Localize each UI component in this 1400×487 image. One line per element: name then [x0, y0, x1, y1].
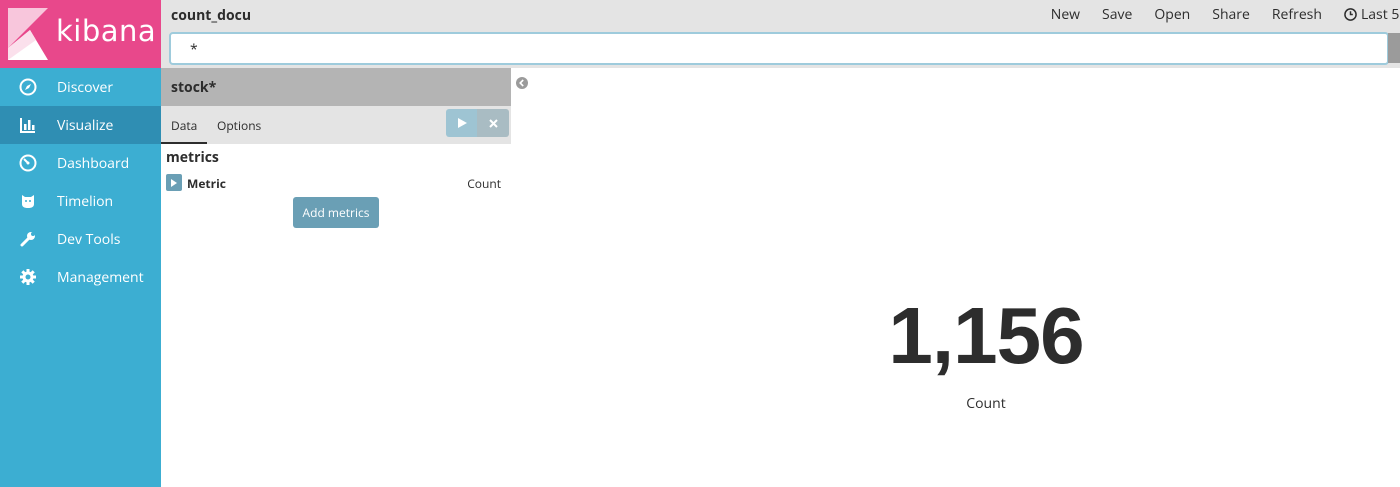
metric-agg-row: Metric Count: [166, 174, 506, 194]
index-pattern-title: stock*: [161, 68, 511, 106]
top-menu: New Save Open Share Refresh Last 5 y: [1029, 5, 1400, 24]
kibana-logo[interactable]: kibana: [0, 0, 161, 68]
editor-sidebar: stock* Data Options metrics Metric Count…: [161, 68, 511, 487]
metric-agg-name: Metric: [187, 175, 226, 192]
sidebar: kibana Discover Visualize Dashboard Time…: [0, 0, 161, 487]
gear-icon: [0, 268, 57, 286]
play-icon: [457, 118, 467, 128]
metric-value: 1,156: [888, 291, 1084, 380]
refresh-button[interactable]: Refresh: [1272, 5, 1322, 24]
time-picker-button[interactable]: Last 5 y: [1344, 5, 1400, 24]
nav-label: Timelion: [57, 191, 114, 211]
tab-options[interactable]: Options: [217, 106, 261, 144]
nav-item-dev-tools[interactable]: Dev Tools: [0, 220, 161, 258]
add-metrics-button[interactable]: Add metrics: [293, 197, 379, 228]
new-button[interactable]: New: [1051, 5, 1080, 24]
metrics-section-title: metrics: [166, 148, 219, 167]
tab-data[interactable]: Data: [161, 106, 208, 144]
save-button[interactable]: Save: [1102, 5, 1132, 24]
close-icon: [488, 118, 498, 128]
clock-icon: [1344, 8, 1357, 21]
search-button[interactable]: [1388, 33, 1400, 63]
bar-chart-icon: [0, 116, 57, 134]
metric-label: Count: [966, 394, 1006, 413]
time-range-label: Last 5 y: [1360, 5, 1400, 24]
nav-item-timelion[interactable]: Timelion: [0, 182, 161, 220]
query-input[interactable]: *: [169, 32, 1389, 65]
nav-label: Dev Tools: [57, 229, 121, 249]
nav-label: Discover: [57, 77, 114, 97]
wrench-icon: [0, 230, 57, 248]
visualization-title: count_docu: [171, 6, 252, 25]
share-button[interactable]: Share: [1212, 5, 1250, 24]
nav-label: Management: [57, 267, 144, 287]
timelion-icon: [0, 192, 57, 210]
discard-changes-button[interactable]: [477, 109, 509, 137]
nav-item-management[interactable]: Management: [0, 258, 161, 296]
compass-icon: [0, 78, 57, 96]
kibana-logo-icon: [8, 8, 48, 60]
logo-text: kibana: [56, 14, 157, 48]
metric-agg-type: Count: [467, 175, 501, 192]
nav-label: Visualize: [57, 115, 114, 135]
apply-changes-button[interactable]: [446, 109, 477, 137]
editor-tabs: Data Options: [161, 106, 511, 144]
top-bar: count_docu New Save Open Share Refresh L…: [161, 0, 1400, 68]
nav-item-discover[interactable]: Discover: [0, 68, 161, 106]
nav-label: Dashboard: [57, 153, 130, 173]
expand-toggle[interactable]: [166, 174, 182, 191]
nav-item-dashboard[interactable]: Dashboard: [0, 144, 161, 182]
nav-item-visualize[interactable]: Visualize: [0, 106, 161, 144]
side-nav: Discover Visualize Dashboard Timelion De…: [0, 68, 161, 296]
gauge-icon: [0, 154, 57, 172]
collapse-sidebar-icon[interactable]: [516, 77, 528, 89]
open-button[interactable]: Open: [1154, 5, 1190, 24]
caret-right-icon: [171, 178, 177, 187]
